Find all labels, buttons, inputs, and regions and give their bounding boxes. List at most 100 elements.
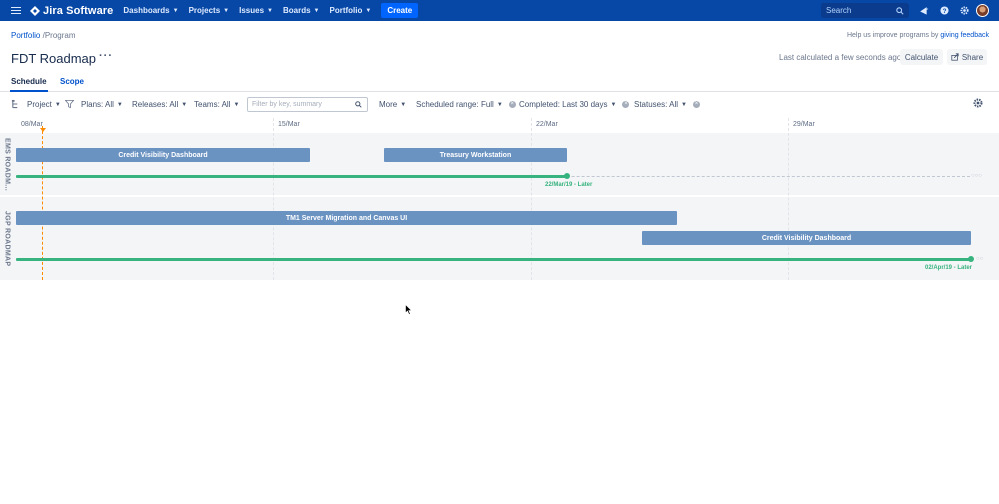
filter-bar: Project ▼ Plans: All ▼ Releases: All ▼ T… <box>0 96 999 114</box>
date-label: 22/Mar <box>536 121 558 128</box>
roadmap-timeline: EMS ROADM... JGP ROADMAP 08/Mar 15/Mar 2… <box>0 118 999 280</box>
feedback-prompt: Help us improve programs by <box>846 32 939 39</box>
chevron-down-icon: ▼ <box>172 7 179 14</box>
release-date-label: 22/Mar/19 - Later <box>545 182 593 188</box>
breadcrumb-portfolio-link[interactable]: Portfolio <box>11 31 40 40</box>
filter-search-input[interactable]: Filter by key, summary <box>247 97 368 112</box>
chevron-down-icon: ▼ <box>365 7 372 14</box>
jira-logo[interactable]: Jira Software <box>30 5 113 17</box>
menu-icon[interactable] <box>11 7 21 14</box>
nav-issues-label: Issues <box>239 6 265 15</box>
nav-portfolio[interactable]: Portfolio ▼ <box>329 6 371 15</box>
plans-filter-label: Plans: All <box>81 100 114 109</box>
initiative-bar[interactable]: TM1 Server Migration and Canvas UI <box>16 211 677 225</box>
search-input[interactable]: Search <box>821 3 909 18</box>
nav-portfolio-label: Portfolio <box>329 6 363 15</box>
swimlane-name: JGP ROADMAP <box>3 210 11 267</box>
create-button[interactable]: Create <box>381 3 419 18</box>
swimlane-ems-roadmap: EMS ROADM... <box>0 133 999 195</box>
date-label: 15/Mar <box>278 121 300 128</box>
clear-icon[interactable]: × <box>508 101 516 108</box>
chevron-down-icon: ▼ <box>400 101 407 108</box>
date-divider <box>788 118 789 280</box>
giving-feedback-link[interactable]: giving feedback <box>940 32 989 39</box>
swimlane-label[interactable]: JGP ROADMAP <box>0 197 14 280</box>
nav-dashboards[interactable]: Dashboards ▼ <box>123 6 178 15</box>
nav-issues[interactable]: Issues ▼ <box>239 6 273 15</box>
top-navigation-bar: Jira Software Dashboards ▼ Projects ▼ Is… <box>0 0 999 21</box>
chevron-down-icon: ▼ <box>233 101 240 108</box>
jira-diamond-icon <box>30 5 40 16</box>
nav-projects-label: Projects <box>188 6 221 15</box>
swimlane-name: EMS ROADM... <box>3 137 11 191</box>
initiative-bar[interactable]: Credit Visibility Dashboard <box>16 148 310 162</box>
initiative-bar[interactable]: Treasury Workstation <box>384 148 567 162</box>
nav-projects[interactable]: Projects ▼ <box>189 6 230 15</box>
releases-filter[interactable]: Releases: All ▼ <box>132 100 187 109</box>
today-marker-icon <box>40 128 46 132</box>
date-divider <box>273 118 274 280</box>
swimlane-label[interactable]: EMS ROADM... <box>0 133 14 195</box>
chevron-down-icon: ▼ <box>181 101 188 108</box>
clear-icon[interactable]: × <box>692 101 700 108</box>
scheduled-range-filter[interactable]: Scheduled range: Full ▼ × <box>416 100 516 109</box>
chevron-down-icon: ▼ <box>496 101 503 108</box>
nav-boards[interactable]: Boards ▼ <box>283 6 320 15</box>
mouse-cursor-icon <box>405 302 413 320</box>
hierarchy-icon[interactable] <box>11 99 20 111</box>
user-avatar[interactable] <box>976 4 989 17</box>
feedback-text: Help us improve programs by giving feedb… <box>847 32 989 39</box>
filter-search-placeholder: Filter by key, summary <box>252 101 322 108</box>
statuses-filter-label: Statuses: All <box>634 100 679 109</box>
more-filters[interactable]: More ▼ <box>379 100 406 109</box>
project-filter-label: Project <box>27 100 52 109</box>
notifications-icon[interactable] <box>918 3 930 17</box>
progress-bar <box>16 175 567 178</box>
statuses-filter[interactable]: Statuses: All ▼ × <box>634 100 700 109</box>
releases-filter-label: Releases: All <box>132 100 179 109</box>
chevron-down-icon: ▼ <box>681 101 687 108</box>
search-placeholder: Search <box>826 6 852 15</box>
calculate-button[interactable]: Calculate <box>900 49 943 65</box>
completed-filter-label: Completed: Last 30 days <box>519 100 608 109</box>
scheduled-range-label: Scheduled range: Full <box>416 100 494 109</box>
project-filter[interactable]: Project ▼ <box>27 100 61 109</box>
share-label: Share <box>961 52 984 62</box>
plans-filter[interactable]: Plans: All ▼ <box>81 100 123 109</box>
filter-funnel-icon[interactable] <box>64 99 75 111</box>
settings-gear-icon[interactable] <box>958 3 970 17</box>
nav-boards-label: Boards <box>282 6 311 15</box>
clear-icon[interactable]: × <box>622 101 630 108</box>
breadcrumb-current: /Program <box>42 31 76 40</box>
search-icon <box>896 6 904 15</box>
share-icon <box>951 53 959 61</box>
svg-text:?: ? <box>942 7 946 14</box>
page-title: FDT Roadmap <box>11 51 97 66</box>
teams-filter-label: Teams: All <box>194 100 231 109</box>
nav-dashboards-label: Dashboards <box>123 6 170 15</box>
tab-scope[interactable]: Scope <box>60 77 84 86</box>
date-divider <box>531 118 532 280</box>
app-name: Jira Software <box>43 4 114 17</box>
view-settings-gear-icon[interactable] <box>973 98 983 110</box>
search-icon <box>355 101 362 108</box>
completed-filter[interactable]: Completed: Last 30 days ▼ × <box>519 100 630 109</box>
chevron-down-icon: ▼ <box>267 7 273 14</box>
view-tabs: Schedule Scope <box>0 75 999 92</box>
chevron-down-icon: ▼ <box>116 101 123 108</box>
progress-end-marker[interactable] <box>968 256 974 262</box>
release-date-label: 02/Apr/19 - Later <box>925 265 973 271</box>
chevron-down-icon: ▼ <box>610 101 617 108</box>
date-label: 29/Mar <box>793 121 815 128</box>
more-actions-icon[interactable]: ··· <box>99 50 113 62</box>
progress-end-marker[interactable] <box>564 173 570 179</box>
more-filters-label: More <box>379 100 398 109</box>
track-end-icon: ○○○ <box>971 173 982 179</box>
tab-schedule[interactable]: Schedule <box>10 77 48 92</box>
help-icon[interactable]: ? <box>938 3 950 17</box>
share-button[interactable]: Share <box>947 49 987 65</box>
teams-filter[interactable]: Teams: All ▼ <box>194 100 239 109</box>
initiative-bar[interactable]: Credit Visibility Dashboard <box>642 231 971 245</box>
chevron-down-icon: ▼ <box>313 7 320 14</box>
progress-bar <box>16 258 971 261</box>
